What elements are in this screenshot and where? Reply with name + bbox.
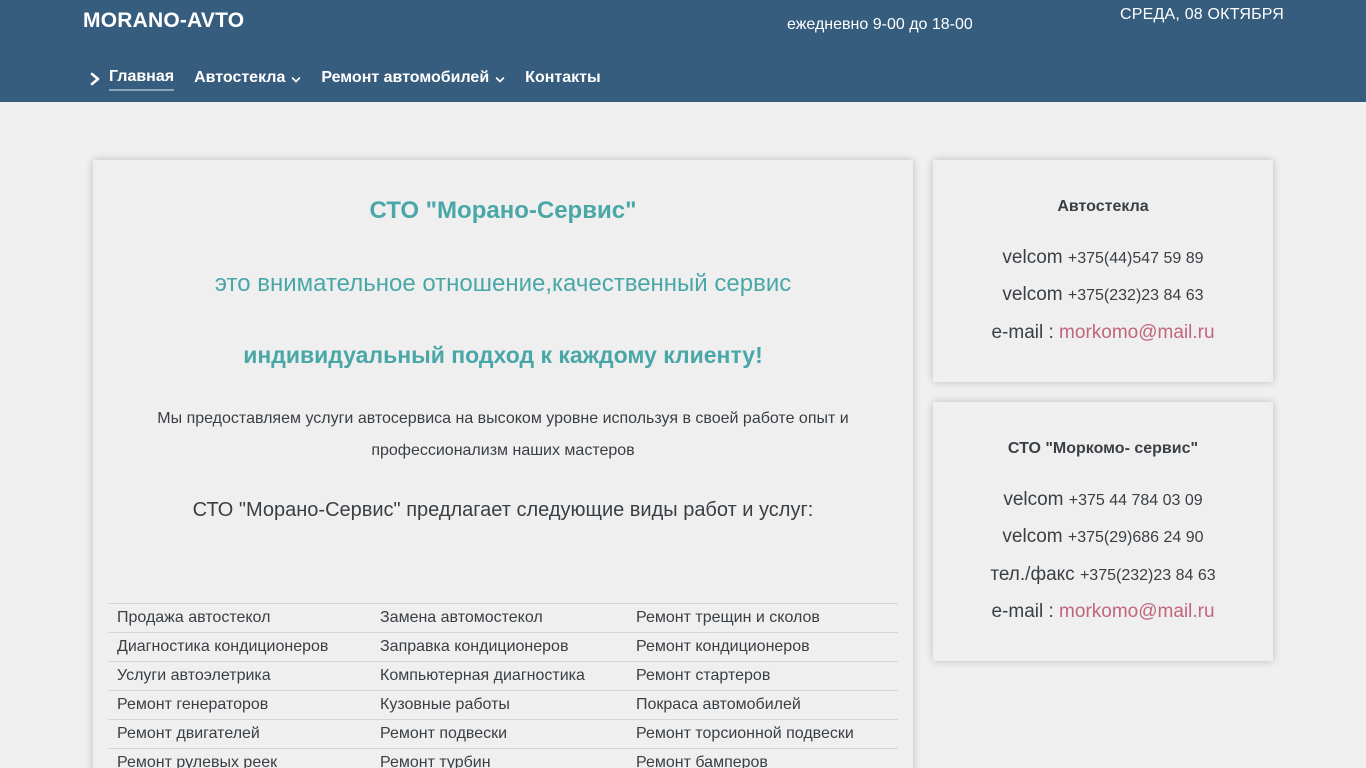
table-row: Ремонт генераторов Кузовные работы Покра…: [108, 690, 898, 720]
table-cell: Ремонт рулевых реек: [108, 748, 371, 768]
contact-card-glass: Автостекла velcom +375(44)547 59 89 velc…: [933, 160, 1273, 382]
email-link[interactable]: morkomo@mail.ru: [1059, 601, 1214, 622]
fax-label: тел./факс: [990, 564, 1075, 585]
table-cell: Ремонт подвески: [371, 719, 627, 749]
table-cell: Ремонт бамперов: [627, 748, 898, 768]
phone-line: velcom +375(44)547 59 89: [933, 247, 1273, 269]
fax-number: +375(232)23 84 63: [1079, 567, 1216, 584]
working-hours: ежедневно 9-00 до 18-00: [787, 16, 973, 33]
site-title-link[interactable]: MORANO-AVTO: [83, 9, 244, 33]
table-cell: Продажа автостекол: [108, 603, 371, 633]
table-cell: Замена автомостекол: [371, 603, 627, 633]
nav-item-contacts[interactable]: Контакты: [525, 64, 600, 92]
nav-item-label: Ремонт автомобилей: [321, 69, 490, 86]
phone-operator: velcom: [1002, 247, 1063, 268]
chevron-down-icon: [495, 76, 505, 82]
table-row: Ремонт двигателей Ремонт подвески Ремонт…: [108, 719, 898, 749]
phone-operator: velcom: [1002, 526, 1063, 547]
phone-number: +375(29)686 24 90: [1067, 529, 1204, 546]
site-header: MORANO-AVTO ежедневно 9-00 до 18-00 СРЕД…: [0, 0, 1366, 102]
table-cell: Диагностика кондиционеров: [108, 632, 371, 662]
table-row: Ремонт рулевых реек Ремонт турбин Ремонт…: [108, 748, 898, 768]
table-row: Диагностика кондиционеров Заправка конди…: [108, 632, 898, 662]
table-row: Продажа автостекол Замена автомостекол Р…: [108, 603, 898, 633]
phone-operator: velcom: [1003, 489, 1064, 510]
contact-card-service: СТО "Моркомо- сервис" velcom +375 44 784…: [933, 402, 1273, 661]
phone-number: +375(232)23 84 63: [1067, 287, 1204, 304]
phone-line: velcom +375(29)686 24 90: [933, 526, 1273, 548]
table-cell: Заправка кондиционеров: [371, 632, 627, 662]
table-cell: Компьютерная диагностика: [371, 661, 627, 691]
table-cell: Ремонт двигателей: [108, 719, 371, 749]
nav-item-label: Главная: [109, 65, 175, 91]
nav-item-label: Автостекла: [194, 69, 286, 86]
phone-number: +375 44 784 03 09: [1068, 492, 1203, 509]
table-cell: Ремонт стартеров: [627, 661, 898, 691]
table-cell: Кузовные работы: [371, 690, 627, 720]
email-line: e-mail : morkomo@mail.ru: [933, 601, 1273, 623]
card-title: СТО "Моркомо- сервис": [1007, 440, 1199, 457]
table-cell: Ремонт турбин: [371, 748, 627, 768]
chevron-right-icon: [90, 72, 100, 86]
nav-item-repair[interactable]: Ремонт автомобилей: [321, 64, 505, 92]
fax-line: тел./факс +375(232)23 84 63: [933, 564, 1273, 586]
email-label: e-mail :: [991, 601, 1054, 622]
phone-line: velcom +375(232)23 84 63: [933, 284, 1273, 306]
nav-item-glass[interactable]: Автостекла: [194, 64, 301, 92]
card-title: Автостекла: [1057, 198, 1149, 215]
table-cell: Ремонт генераторов: [108, 690, 371, 720]
tagline-bold: индивидуальный подход к каждому клиенту!: [243, 342, 763, 368]
tagline: это внимательное отношение,качественный …: [214, 270, 792, 297]
phone-operator: velcom: [1002, 284, 1063, 305]
email-link[interactable]: morkomo@mail.ru: [1059, 322, 1214, 343]
table-row: Услуги автоэлетрика Компьютерная диагнос…: [108, 661, 898, 691]
main-content-card: СТО "Морано-Сервис" это внимательное отн…: [93, 160, 913, 768]
table-cell: Покраса автомобилей: [627, 690, 898, 720]
nav-item-label: Контакты: [525, 69, 601, 86]
intro-text: Мы предоставляем услуги автосервиса на в…: [157, 410, 849, 459]
table-cell: Ремонт торсионной подвески: [627, 719, 898, 749]
email-label: e-mail :: [991, 322, 1054, 343]
services-table: Продажа автостекол Замена автомостекол Р…: [108, 603, 898, 768]
table-cell: Ремонт кондиционеров: [627, 632, 898, 662]
services-heading: СТО "Морано-Сервис" предлагает следующие…: [192, 499, 814, 521]
email-line: e-mail : morkomo@mail.ru: [933, 322, 1273, 344]
chevron-down-icon: [292, 76, 301, 82]
table-cell: Услуги автоэлетрика: [108, 661, 371, 691]
page-title: СТО "Морано-Сервис": [369, 197, 637, 224]
phone-number: +375(44)547 59 89: [1067, 250, 1204, 267]
phone-line: velcom +375 44 784 03 09: [933, 489, 1273, 511]
main-nav: Главная Автостекла Ремонт автомобилей Ко…: [88, 64, 621, 92]
current-date: СРЕДА, 08 ОКТЯБРЯ: [1120, 6, 1285, 23]
nav-item-home[interactable]: Главная: [88, 64, 175, 92]
table-cell: Ремонт трещин и сколов: [627, 603, 898, 633]
